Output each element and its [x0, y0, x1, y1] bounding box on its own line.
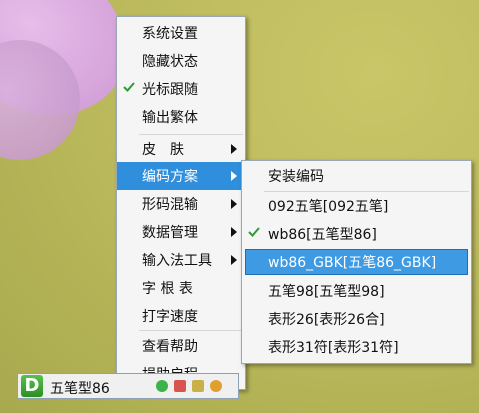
- keyboard-icon[interactable]: [192, 380, 204, 392]
- encoding-scheme-submenu: 安装编码 092五笔[092五笔] wb86[五笔型86] wb86_GBK[五…: [241, 160, 472, 364]
- submenu-arrow-icon: [231, 171, 237, 181]
- menu-item-install-encoding[interactable]: 安装编码: [242, 162, 471, 190]
- menu-item-label: 编码方案: [142, 169, 198, 185]
- menu-item-ime-tools[interactable]: 输入法工具: [117, 246, 245, 274]
- menu-item-traditional-output[interactable]: 输出繁体: [117, 103, 245, 131]
- menu-item-cursor-follow[interactable]: 光标跟随: [117, 75, 245, 103]
- menu-item-data-management[interactable]: 数据管理: [117, 218, 245, 246]
- menu-item-label: 查看帮助: [142, 339, 198, 355]
- checkmark-icon: [123, 82, 135, 92]
- settings-icon[interactable]: [210, 380, 222, 392]
- menu-item-encoding-scheme[interactable]: 编码方案: [117, 162, 245, 190]
- checkmark-icon: [248, 227, 260, 237]
- menu-item-label: 表形31符[表形31符]: [268, 340, 399, 356]
- menu-item-label: 光标跟随: [142, 82, 198, 98]
- menu-item-label: 数据管理: [142, 225, 198, 241]
- ime-status-bar[interactable]: D 五笔型86: [17, 373, 239, 399]
- menu-item-label: 隐藏状态: [142, 54, 198, 70]
- menu-item-mixed-input[interactable]: 形码混输: [117, 190, 245, 218]
- status-icons: [156, 380, 236, 394]
- menu-item-skin[interactable]: 皮 肤: [117, 135, 245, 163]
- menu-item-label: 输出繁体: [142, 110, 198, 126]
- menu-item-radical-table[interactable]: 字 根 表: [117, 274, 245, 302]
- menu-item-label: 五笔98[五笔型98]: [268, 284, 385, 300]
- submenu-arrow-icon: [231, 144, 237, 154]
- ime-logo-icon[interactable]: D: [21, 375, 43, 397]
- menu-item-label: wb86[五笔型86]: [268, 227, 377, 243]
- punctuation-icon[interactable]: [174, 380, 186, 392]
- submenu-arrow-icon: [231, 199, 237, 209]
- menu-item-system-settings[interactable]: 系统设置: [117, 19, 245, 47]
- menu-item-typing-speed[interactable]: 打字速度: [117, 302, 245, 330]
- menu-separator: [139, 330, 243, 331]
- menu-item-scheme-bx31[interactable]: 表形31符[表形31符]: [242, 333, 471, 361]
- current-scheme-label[interactable]: 五笔型86: [50, 378, 110, 398]
- menu-item-scheme-wb86[interactable]: wb86[五笔型86]: [242, 220, 471, 248]
- menu-item-label: 皮 肤: [142, 142, 184, 158]
- menu-item-label: 系统设置: [142, 26, 198, 42]
- submenu-arrow-icon: [231, 255, 237, 265]
- menu-item-label: 表形26[表形26合]: [268, 312, 385, 328]
- menu-item-help[interactable]: 查看帮助: [117, 332, 245, 360]
- menu-item-scheme-wb98[interactable]: 五笔98[五笔型98]: [242, 277, 471, 305]
- menu-item-label: 字 根 表: [142, 281, 193, 297]
- menu-item-scheme-092[interactable]: 092五笔[092五笔]: [242, 192, 471, 220]
- mode-icon[interactable]: [156, 380, 168, 392]
- menu-item-hide-status[interactable]: 隐藏状态: [117, 47, 245, 75]
- menu-item-label: 安装编码: [268, 169, 324, 185]
- menu-item-label: wb86_GBK[五笔86_GBK]: [268, 255, 437, 271]
- menu-item-label: 打字速度: [142, 309, 198, 325]
- menu-item-label: 输入法工具: [142, 253, 212, 269]
- menu-item-scheme-wb86-gbk[interactable]: wb86_GBK[五笔86_GBK]: [242, 248, 471, 276]
- menu-item-label: 形码混输: [142, 197, 198, 213]
- menu-item-scheme-bx26[interactable]: 表形26[表形26合]: [242, 305, 471, 333]
- menu-item-label: 092五笔[092五笔]: [268, 199, 389, 215]
- submenu-arrow-icon: [231, 227, 237, 237]
- ime-context-menu: 系统设置 隐藏状态 光标跟随 输出繁体 皮 肤 编码方案 形码混输 数据管理 输…: [116, 16, 246, 390]
